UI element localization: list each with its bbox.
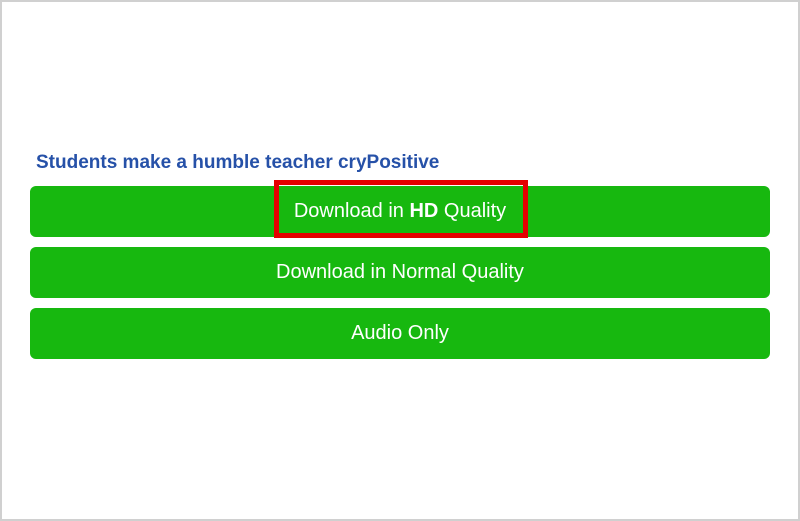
hd-label-prefix: Download in bbox=[294, 200, 410, 222]
video-title: Students make a humble teacher cryPositi… bbox=[30, 152, 770, 174]
audio-only-button[interactable]: Audio Only bbox=[30, 308, 770, 359]
download-options-panel: Students make a humble teacher cryPositi… bbox=[30, 152, 770, 369]
download-hd-button[interactable]: Download in HD Quality bbox=[30, 186, 770, 237]
hd-label-suffix: Quality bbox=[438, 200, 506, 222]
hd-label-bold: HD bbox=[409, 200, 438, 222]
download-normal-button[interactable]: Download in Normal Quality bbox=[30, 247, 770, 298]
